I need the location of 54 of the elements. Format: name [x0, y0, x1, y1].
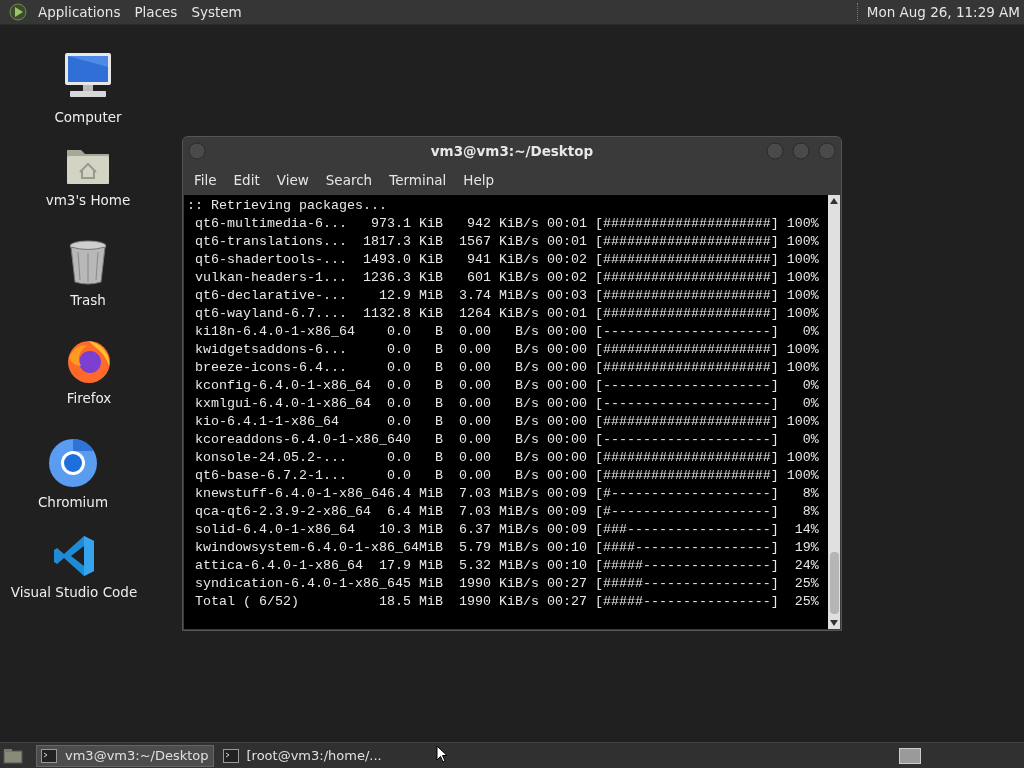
menu-item[interactable]: Help	[457, 169, 501, 191]
icon-label[interactable]: Computer	[54, 107, 122, 128]
menu-item[interactable]: Search	[319, 169, 379, 191]
icon-label[interactable]: Trash	[70, 290, 106, 311]
scroll-down-icon[interactable]	[830, 620, 838, 626]
terminal-line: solid-6.4.0-1-x86_64 10.3 MiB 6.37 MiB/s 00:09 [###------------------] 14%	[194, 521, 820, 539]
scroll-up-icon[interactable]	[830, 198, 838, 204]
terminal-line: kio-6.4.1-1-x86_64 0.0 B 0.00 B/s 00:00 [#####################] 100%	[194, 413, 820, 431]
menu-item[interactable]: Terminal	[383, 169, 453, 191]
terminal-line: :: Retrieving packages...	[187, 197, 388, 215]
terminal-line: kwidgetsaddons-6... 0.0 B 0.00 B/s 00:00 [#####################] 100%	[194, 341, 820, 359]
clock[interactable]: Mon Aug 26, 11:29 AM	[866, 1, 1020, 23]
terminal-line: qca-qt6-2.3.9-2-x86_64 6.4 MiB 7.03 MiB/s 00:09 [#--------------------] 8%	[194, 503, 820, 521]
terminal-line: attica-6.4.0-1-x86_64 17.9 MiB 5.32 MiB/s 00:10 [#####----------------] 24%	[194, 557, 820, 575]
menu-item[interactable]: Edit	[227, 169, 266, 191]
panel-menu[interactable]: Applications	[33, 0, 126, 25]
menu-item[interactable]: View	[270, 169, 315, 191]
terminal-line: kwindowsystem-6.4.0-1-x86_64MiB 5.79 MiB/s 00:10 [####-----------------] 19%	[194, 539, 820, 557]
terminal-line: syndication-6.4.0-1-x86_645 MiB 1990 KiB/s 00:27 [#####----------------] 25%	[194, 575, 820, 593]
code-editor-icon[interactable]	[52, 534, 96, 578]
icon-label[interactable]: Firefox	[66, 388, 112, 409]
terminal-line: kconfig-6.4.0-1-x86_64 0.0 B 0.00 B/s 00:00 [---------------------] 0%	[194, 377, 820, 395]
icon-label[interactable]: Chromium	[37, 492, 109, 513]
trash-icon[interactable]	[68, 240, 108, 286]
terminal-line: kxmlgui-6.4.0-1-x86_64 0.0 B 0.00 B/s 00:00 [---------------------] 0%	[194, 395, 820, 413]
terminal-line: Total ( 6/52) 18.5 MiB 1990 KiB/s 00:27 [#####----------------] 25%	[194, 593, 820, 611]
terminal-line: qt6-translations... 1817.3 KiB 1567 KiB/s 00:01 [#####################] 100%	[194, 233, 820, 251]
taskbar-item[interactable]: vm3@vm3:~/Desktop	[36, 744, 214, 767]
mouse-pointer-icon	[436, 745, 448, 763]
terminal-line: qt6-base-6.7.2-1... 0.0 B 0.00 B/s 00:00 [#####################] 100%	[194, 467, 820, 485]
terminal-line: vulkan-headers-1... 1236.3 KiB 601 KiB/s 00:02 [#####################] 100%	[194, 269, 820, 287]
terminal-line: qt6-wayland-6.7.... 1132.8 KiB 1264 KiB/s 00:01 [#####################] 100%	[194, 305, 820, 323]
terminal-line: knewstuff-6.4.0-1-x86_646.4 MiB 7.03 MiB/s 00:09 [#--------------------] 8%	[194, 485, 820, 503]
window-title: vm3@vm3:~/Desktop	[430, 141, 594, 161]
panel-menu[interactable]: Places	[129, 0, 183, 25]
terminal-line: breeze-icons-6.4... 0.0 B 0.00 B/s 00:00 [#####################] 100%	[194, 359, 820, 377]
terminal-line: konsole-24.05.2-... 0.0 B 0.00 B/s 00:00 [#####################] 100%	[194, 449, 820, 467]
icon-label[interactable]: vm3's Home	[45, 190, 131, 211]
taskbar-item[interactable]: [root@vm3:/home/...	[217, 744, 387, 767]
terminal-icon	[222, 748, 239, 763]
menu-item[interactable]: File	[188, 169, 223, 191]
terminal-line: kcoreaddons-6.4.0-1-x86_640 B 0.00 B/s 00:00 [---------------------] 0%	[194, 431, 820, 449]
show-desktop-icon[interactable]	[3, 747, 23, 764]
terminal-line: qt6-declarative-... 12.9 MiB 3.74 MiB/s 00:03 [#####################] 100%	[194, 287, 820, 305]
terminal-icon	[41, 748, 57, 763]
workspace-switcher[interactable]	[899, 747, 921, 764]
scrollbar[interactable]	[828, 195, 840, 629]
panel-menu[interactable]: System	[186, 0, 247, 25]
round-browser-icon[interactable]	[48, 438, 98, 488]
terminal-line: ki18n-6.4.0-1-x86_64 0.0 B 0.00 B/s 00:00 [---------------------] 0%	[194, 323, 820, 341]
scrollbar-thumb[interactable]	[829, 552, 839, 614]
terminal-line: qt6-shadertools-... 1493.0 KiB 941 KiB/s 00:02 [#####################] 100%	[194, 251, 820, 269]
icon-label[interactable]: Visual Studio Code	[10, 582, 138, 603]
terminal-line: qt6-multimedia-6... 973.1 KiB 942 KiB/s 00:01 [#####################] 100%	[194, 215, 820, 233]
